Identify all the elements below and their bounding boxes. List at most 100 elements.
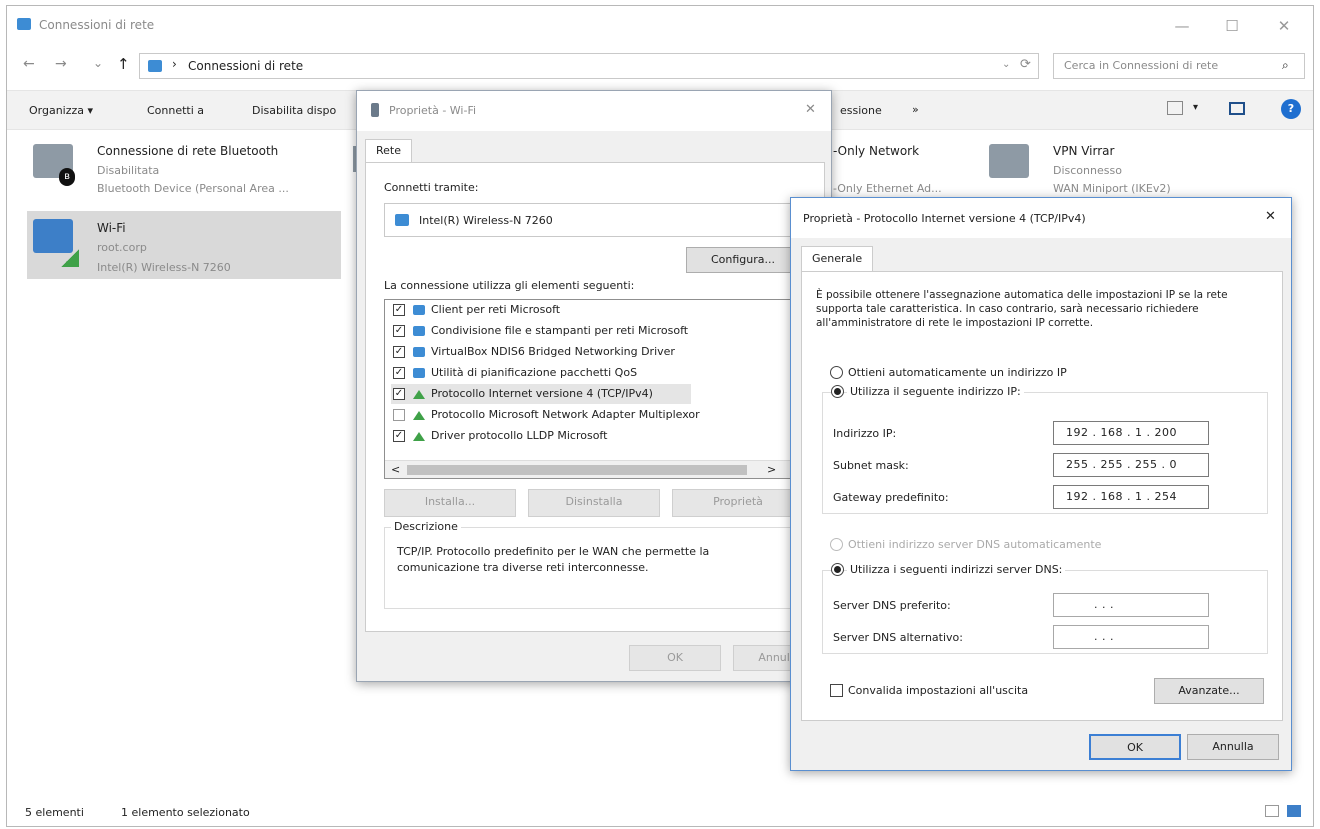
advanced-button[interactable]: Avanzate... bbox=[1154, 678, 1264, 704]
preferred-dns-field[interactable]: . . . bbox=[1053, 593, 1209, 617]
manual-ip-group: Utilizza il seguente indirizzo IP: Indir… bbox=[822, 385, 1268, 514]
item-label: Utilità di pianificazione pacchetti QoS bbox=[431, 366, 638, 379]
item-checkbox[interactable]: ✓ bbox=[393, 346, 405, 358]
items-list: ✓ Client per reti Microsoft ✓ Condivisio… bbox=[384, 299, 820, 479]
item-checkbox[interactable]: ✓ bbox=[393, 304, 405, 316]
search-input[interactable]: Cerca in Connessioni di rete ⌕ bbox=[1053, 53, 1305, 79]
connection-wifi[interactable]: Wi-Fi root.corp Intel(R) Wireless-N 7260 bbox=[27, 211, 341, 279]
manual-dns-radio[interactable] bbox=[831, 563, 844, 576]
dialog-close-button[interactable]: ✕ bbox=[805, 102, 816, 117]
connection-vpn[interactable]: VPN Virrar Disconnesso WAN Miniport (IKE… bbox=[985, 138, 1225, 198]
recent-locations-icon[interactable]: ⌄ bbox=[93, 56, 103, 70]
refresh-icon[interactable]: ⟳ bbox=[1020, 57, 1031, 72]
item-checkbox[interactable] bbox=[393, 409, 405, 421]
general-tab-panel: È possibile ottenere l'assegnazione auto… bbox=[801, 271, 1283, 721]
item-label: Condivisione file e stampanti per reti M… bbox=[431, 324, 689, 337]
view-dropdown-icon[interactable]: ▾ bbox=[1193, 102, 1198, 113]
tab-generale[interactable]: Generale bbox=[801, 246, 874, 272]
connect-to-button[interactable]: Connetti a bbox=[147, 104, 204, 117]
dialog-title: Proprietà - Wi-Fi bbox=[389, 104, 477, 117]
address-separator: › bbox=[172, 57, 177, 71]
connect-using-label: Connetti tramite: bbox=[384, 181, 479, 194]
scroll-left-icon[interactable]: < bbox=[391, 463, 400, 476]
address-bar[interactable]: › Connessioni di rete ⌄ ⟳ bbox=[139, 53, 1039, 79]
wifi-ok-button[interactable]: OK bbox=[629, 645, 721, 671]
disable-device-button[interactable]: Disabilita dispo bbox=[252, 104, 336, 117]
minimize-button[interactable]: — bbox=[1167, 14, 1197, 38]
preview-pane-icon[interactable] bbox=[1229, 102, 1245, 115]
network-adapter-icon bbox=[989, 144, 1029, 178]
connection-bluetooth[interactable]: ʙ Connessione di rete Bluetooth Disabili… bbox=[27, 138, 327, 198]
organize-menu[interactable]: Organizza ▾ bbox=[29, 104, 93, 117]
scroll-right-icon[interactable]: > bbox=[767, 463, 776, 476]
address-row: ← → ⌄ ↑ › Connessioni di rete ⌄ ⟳ Cerca … bbox=[7, 48, 1313, 86]
dialog-title: Proprietà - Protocollo Internet versione… bbox=[803, 212, 1086, 225]
maximize-button[interactable]: ☐ bbox=[1217, 14, 1247, 38]
status-selected-count: 1 elemento selezionato bbox=[121, 806, 250, 819]
network-location-icon bbox=[148, 60, 162, 72]
help-icon[interactable]: ? bbox=[1281, 99, 1301, 119]
service-icon bbox=[413, 368, 425, 378]
item-label: VirtualBox NDIS6 Bridged Networking Driv… bbox=[431, 345, 675, 358]
subnet-mask-field[interactable]: 255 . 255 . 255 . 0 bbox=[1053, 453, 1209, 477]
dialog-close-button[interactable]: ✕ bbox=[1265, 209, 1276, 224]
connection-name: Connessione di rete Bluetooth bbox=[97, 144, 279, 158]
connection-status: Disabilitata bbox=[97, 164, 160, 177]
uninstall-button[interactable]: Disinstalla bbox=[528, 489, 660, 517]
client-icon bbox=[413, 305, 425, 315]
horizontal-scrollbar[interactable]: < > bbox=[385, 460, 819, 478]
wifi-signal-icon bbox=[61, 249, 79, 267]
auto-dns-radio[interactable] bbox=[830, 538, 843, 551]
connection-command-button[interactable]: essione bbox=[840, 104, 882, 117]
large-icons-view-icon[interactable] bbox=[1287, 805, 1301, 817]
ipv4-ok-button[interactable]: OK bbox=[1089, 734, 1181, 760]
manual-ip-radio[interactable] bbox=[831, 385, 844, 398]
item-label: Protocollo Internet versione 4 (TCP/IPv4… bbox=[431, 387, 653, 400]
item-checkbox[interactable]: ✓ bbox=[393, 430, 405, 442]
validate-label: Convalida impostazioni all'uscita bbox=[848, 684, 1029, 697]
alternate-dns-field[interactable]: . . . bbox=[1053, 625, 1209, 649]
adapter-field: Intel(R) Wireless-N 7260 bbox=[384, 203, 820, 237]
adapter-name: Intel(R) Wireless-N 7260 bbox=[419, 214, 553, 227]
connection-name: -Only Network bbox=[833, 144, 920, 158]
item-label: Driver protocollo LLDP Microsoft bbox=[431, 429, 608, 442]
list-item-selected[interactable]: ✓ Protocollo Internet versione 4 (TCP/IP… bbox=[391, 384, 691, 404]
back-arrow-icon[interactable]: ← bbox=[23, 56, 35, 72]
up-arrow-icon[interactable]: ↑ bbox=[117, 55, 130, 73]
tab-rete[interactable]: Rete bbox=[365, 139, 412, 163]
status-item-count: 5 elementi bbox=[25, 806, 84, 819]
service-icon bbox=[413, 347, 425, 357]
protocol-icon bbox=[413, 411, 425, 420]
wifi-properties-icon bbox=[371, 103, 379, 117]
alternate-dns-label: Server DNS alternativo: bbox=[833, 631, 963, 644]
network-adapter-icon bbox=[33, 219, 73, 253]
ipv4-cancel-button[interactable]: Annulla bbox=[1187, 734, 1279, 760]
connection-status: Disconnesso bbox=[1053, 164, 1122, 177]
more-commands-icon[interactable]: » bbox=[912, 103, 919, 116]
forward-arrow-icon[interactable]: → bbox=[55, 56, 67, 72]
window-title: Connessioni di rete bbox=[39, 18, 155, 32]
close-button[interactable]: ✕ bbox=[1269, 14, 1299, 38]
address-dropdown-icon[interactable]: ⌄ bbox=[1002, 59, 1010, 70]
view-options-icon[interactable] bbox=[1167, 101, 1183, 115]
ip-address-field[interactable]: 192 . 168 . 1 . 200 bbox=[1053, 421, 1209, 445]
gateway-label: Gateway predefinito: bbox=[833, 491, 949, 504]
properties-button[interactable]: Proprietà bbox=[672, 489, 804, 517]
install-button[interactable]: Installa... bbox=[384, 489, 516, 517]
item-checkbox[interactable]: ✓ bbox=[393, 325, 405, 337]
description-text: TCP/IP. Protocollo predefinito per le WA… bbox=[397, 545, 710, 574]
connection-device: Bluetooth Device (Personal Area ... bbox=[97, 182, 289, 195]
connection-host-only[interactable]: -Only Network -Only Ethernet Ad... bbox=[833, 138, 983, 198]
item-checkbox[interactable]: ✓ bbox=[393, 388, 405, 400]
item-checkbox[interactable]: ✓ bbox=[393, 367, 405, 379]
scrollbar-thumb[interactable] bbox=[407, 465, 747, 475]
gateway-field[interactable]: 192 . 168 . 1 . 254 bbox=[1053, 485, 1209, 509]
service-icon bbox=[413, 326, 425, 336]
item-label: Client per reti Microsoft bbox=[431, 303, 561, 316]
validate-checkbox[interactable] bbox=[830, 684, 843, 697]
connection-device: -Only Ethernet Ad... bbox=[833, 182, 942, 195]
connection-status: root.corp bbox=[97, 241, 147, 254]
details-view-icon[interactable] bbox=[1265, 805, 1279, 817]
auto-ip-radio[interactable] bbox=[830, 366, 843, 379]
search-placeholder: Cerca in Connessioni di rete bbox=[1064, 59, 1219, 72]
